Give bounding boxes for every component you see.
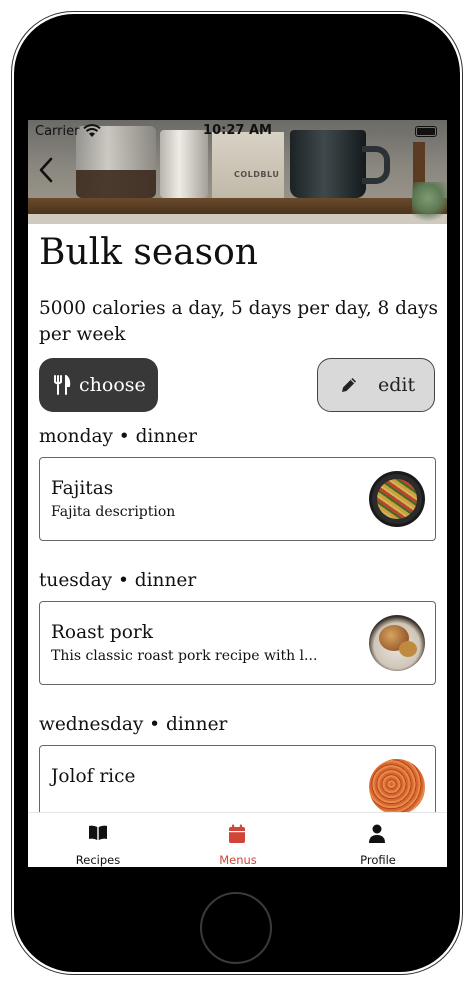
choose-label: choose [79, 374, 146, 396]
photo-shelf [28, 198, 447, 214]
edit-label: edit [378, 374, 416, 396]
meal-day-label: monday • dinner [39, 426, 197, 447]
photo-beans [76, 170, 156, 198]
clock: 10:27 AM [203, 123, 272, 138]
pencil-icon [342, 378, 356, 392]
tab-recipes[interactable]: Recipes [28, 813, 168, 867]
tab-menus[interactable]: Menus [168, 813, 308, 867]
back-chevron-icon[interactable] [36, 156, 56, 184]
photo-bag-label: COLDBLU [234, 170, 280, 179]
menu-title: Bulk season [39, 232, 258, 273]
meal-day-label: tuesday • dinner [39, 570, 197, 591]
tab-profile[interactable]: Profile [308, 813, 447, 867]
utensils-icon [54, 375, 71, 395]
app-screen: COLDBLU Carrier 10:27 AM Bulk season 500… [28, 120, 447, 867]
meal-day-label: wednesday • dinner [39, 714, 228, 735]
jolof-rice-photo [369, 759, 425, 815]
home-button[interactable] [200, 892, 272, 964]
photo-mug-handle [362, 146, 390, 184]
person-icon [369, 824, 385, 843]
battery-icon [415, 126, 437, 137]
calendar-icon [229, 824, 245, 843]
tab-bar: Recipes Menus Profile [28, 812, 447, 867]
meal-description: Fajita description [51, 504, 176, 520]
status-bar: Carrier 10:27 AM [28, 120, 447, 144]
meal-name: Jolof rice [51, 766, 136, 787]
fajitas-photo [369, 471, 425, 527]
book-icon [89, 825, 107, 840]
tab-label: Profile [360, 853, 396, 867]
meal-name: Fajitas [51, 478, 114, 499]
meal-card-roast-pork[interactable]: Roast pork This classic roast pork recip… [39, 601, 436, 685]
photo-leaves [412, 182, 447, 222]
photo-wall [28, 214, 447, 224]
meal-card-fajitas[interactable]: Fajitas Fajita description [39, 457, 436, 541]
meal-description: This classic roast pork recipe with l... [51, 648, 318, 664]
choose-button[interactable]: choose [39, 358, 158, 412]
roast-pork-photo [369, 615, 425, 671]
tab-label: Recipes [75, 853, 121, 867]
menu-description: 5000 calories a day, 5 days per day, 8 d… [39, 298, 438, 345]
edit-button[interactable]: edit [317, 358, 435, 412]
meal-name: Roast pork [51, 622, 153, 643]
tab-label: Menus [219, 853, 257, 867]
